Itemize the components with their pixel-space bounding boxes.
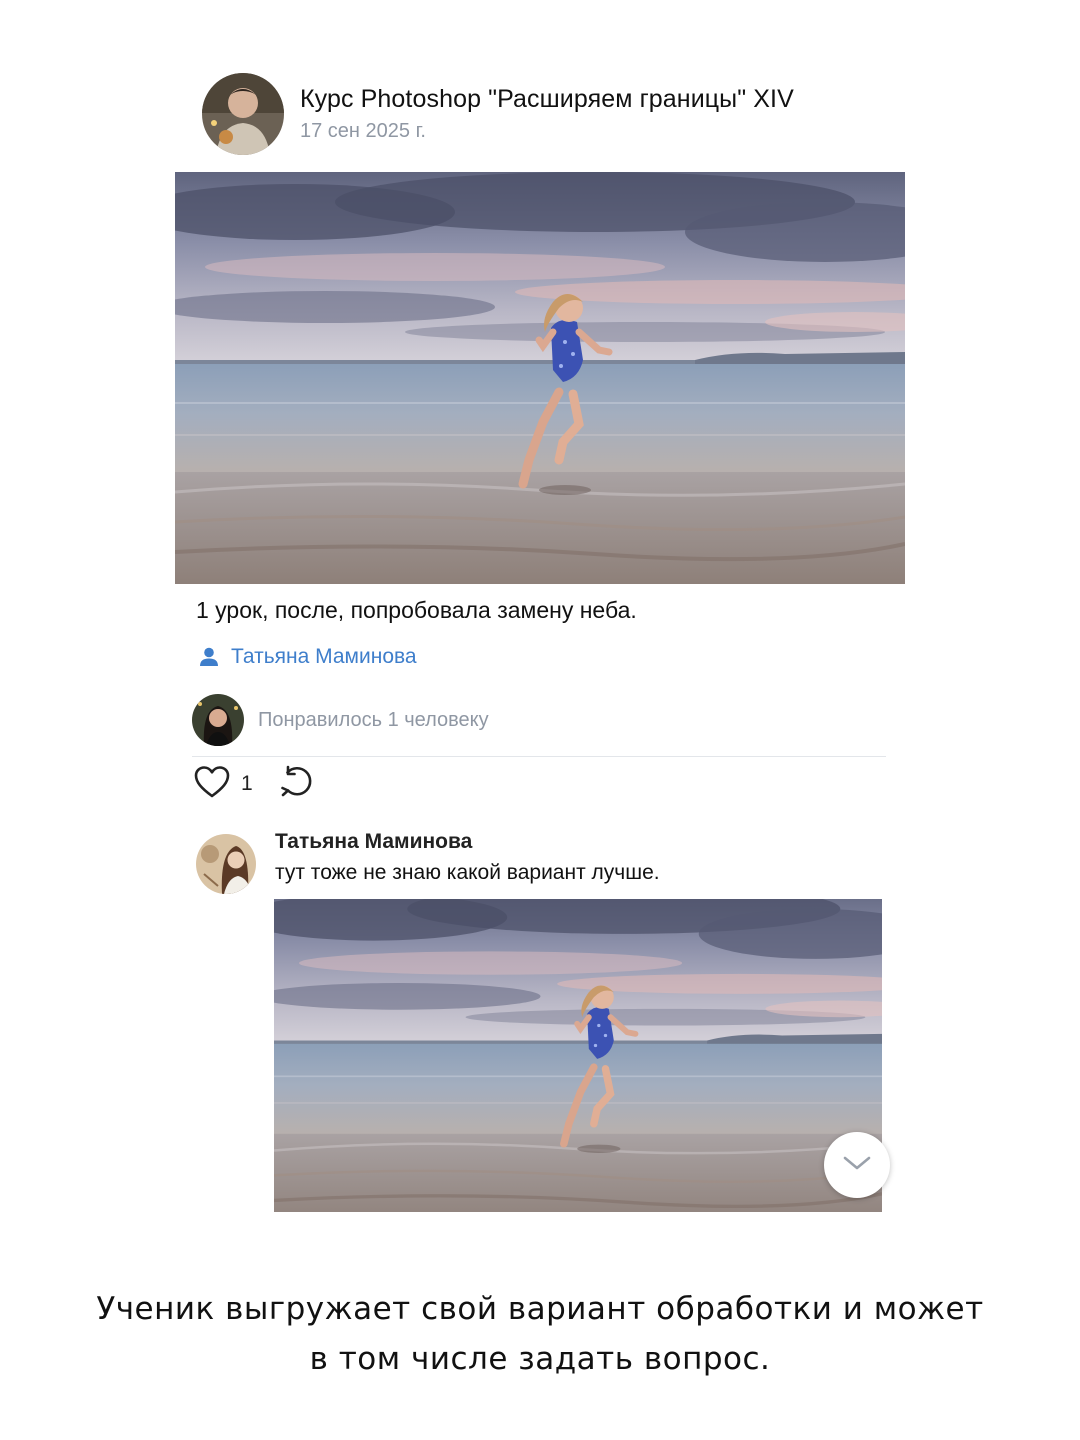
- post-caption: 1 урок, после, попробовала замену неба.: [196, 597, 637, 623]
- comment: Татьяна Маминова тут тоже не знаю какой …: [196, 830, 660, 894]
- liked-by-text: Понравилось 1 человеку: [258, 708, 489, 731]
- footer-caption-line-2: в том числе задать вопрос.: [309, 1341, 771, 1377]
- footer-caption-line-1: Ученик выгружает свой вариант обработки …: [96, 1291, 984, 1327]
- comment-text: тут тоже не знаю какой вариант лучше.: [275, 861, 660, 884]
- person-icon: [198, 646, 220, 668]
- comment-body: Татьяна Маминова тут тоже не знаю какой …: [275, 830, 660, 894]
- liked-by-row[interactable]: Понравилось 1 человеку: [192, 694, 489, 746]
- like-count: 1: [241, 772, 253, 795]
- group-avatar[interactable]: [202, 73, 284, 155]
- post-photo[interactable]: [175, 172, 905, 584]
- commenter-avatar[interactable]: [196, 834, 256, 894]
- heart-icon: [193, 765, 231, 804]
- post-header: Курс Photoshop "Расширяем границы" XIV 1…: [202, 72, 794, 156]
- post-author-link[interactable]: Татьяна Маминова: [198, 645, 417, 669]
- like-button[interactable]: 1: [193, 765, 253, 804]
- comment-photo[interactable]: [274, 899, 882, 1212]
- share-button[interactable]: [279, 764, 315, 805]
- liker-avatar: [192, 694, 244, 746]
- footer-caption: Ученик выгружает свой вариант обработки …: [40, 1284, 1040, 1384]
- comment-author[interactable]: Татьяна Маминова: [275, 830, 660, 854]
- divider: [192, 756, 886, 757]
- group-name[interactable]: Курс Photoshop "Расширяем границы" XIV: [300, 85, 794, 114]
- chevron-down-icon: [842, 1154, 872, 1177]
- post-date: 17 сен 2025 г.: [300, 120, 426, 142]
- post-author-name: Татьяна Маминова: [231, 645, 417, 668]
- post-actions: 1: [193, 764, 315, 805]
- scroll-down-button[interactable]: [824, 1132, 890, 1198]
- post-meta: Курс Photoshop "Расширяем границы" XIV 1…: [300, 85, 794, 143]
- share-icon: [279, 764, 315, 805]
